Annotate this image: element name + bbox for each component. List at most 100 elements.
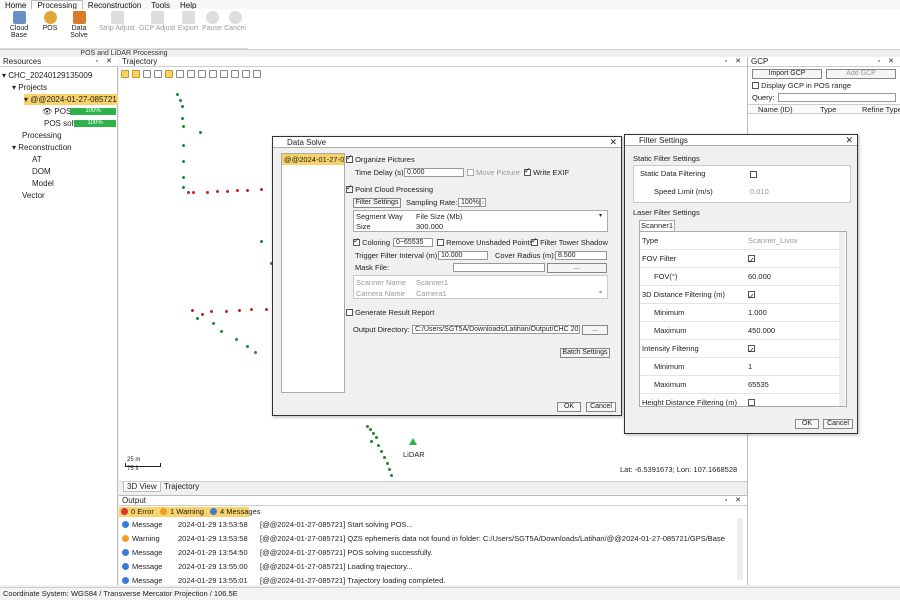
log-row[interactable]: Warning 2024-01-29 13:53:58 [@@2024-01-27-… [122, 532, 725, 546]
coloring-checkbox[interactable] [353, 236, 360, 246]
filter-tower-row[interactable]: Filter Tower Shadow [531, 236, 608, 247]
filter-row-value[interactable]: 450.000 [748, 322, 775, 340]
pane-controls-icon[interactable]: ▫ ✕ [878, 57, 897, 67]
output-directory-input[interactable]: C:/Users/SGT5A/Downloads/Latihan/Output/… [412, 325, 580, 334]
mask-file-input[interactable] [453, 263, 545, 272]
display-gcp-range-row[interactable]: Display GCP in POS range [752, 81, 851, 90]
tree-dom[interactable]: DOM [32, 166, 51, 177]
static-filtering-checkbox[interactable] [750, 171, 757, 178]
data-solve-button[interactable]: Data Solve [62, 11, 96, 39]
camera-name-select[interactable]: Camera1 [416, 289, 447, 298]
color-tool-icon[interactable] [253, 70, 261, 78]
eye-icon[interactable]: 👁 [42, 107, 52, 116]
ok-button[interactable]: OK [795, 419, 819, 429]
export-button[interactable]: Export [176, 11, 200, 32]
layer-tool-icon[interactable] [242, 70, 250, 78]
pane-controls-icon[interactable]: ▫ ✕ [96, 57, 115, 67]
select-tool-icon[interactable] [132, 70, 140, 78]
ok-button[interactable]: OK [557, 402, 581, 412]
refresh-tool-icon[interactable] [231, 70, 239, 78]
add-gcp-button[interactable]: Add GCP [826, 69, 896, 79]
time-delay-input[interactable]: 0.000 [404, 168, 464, 177]
sampling-rate-input[interactable]: 100% [458, 198, 480, 207]
filter-row-checkbox[interactable] [748, 342, 755, 360]
draw-tool-icon[interactable] [198, 70, 206, 78]
col-name[interactable]: Name (ID) [758, 105, 793, 114]
import-gcp-button[interactable]: Import GCP [752, 69, 822, 79]
pan-tool-icon[interactable] [121, 70, 129, 78]
coloring-range-select[interactable]: 0~65535 [393, 238, 433, 247]
cloud-base-button[interactable]: Cloud Base [2, 11, 36, 39]
close-icon[interactable]: ✕ [845, 135, 853, 146]
tree-vector[interactable]: Vector [22, 190, 45, 201]
box-tool-icon[interactable] [165, 70, 173, 78]
tree-at[interactable]: AT [32, 154, 42, 165]
segment-way-select[interactable]: File Size (Mb) [416, 212, 462, 221]
tree-processing[interactable]: Processing [22, 130, 62, 141]
tree-projects[interactable]: ▾ Projects [12, 82, 47, 93]
move-picture-checkbox[interactable] [467, 169, 474, 176]
filter-row-value[interactable]: 60.000 [748, 268, 771, 286]
write-exif-row[interactable]: Write EXIF [524, 166, 569, 177]
cancel-button[interactable]: Cancel [823, 419, 853, 429]
move-picture-row[interactable]: Move Picture [467, 168, 520, 177]
filter-row-value[interactable]: 65535 [748, 376, 769, 394]
batch-settings-button[interactable]: Batch Settings [560, 348, 610, 358]
tab-scanner1[interactable]: Scanner1 [639, 220, 675, 231]
log-row[interactable]: Message 2024-01-29 13:53:58 [@@2024-01-27-… [122, 518, 413, 532]
remove-unshaded-row[interactable]: Remove Unshaded Points [437, 238, 533, 247]
tree-pos-item[interactable]: 👁 POS 100% [42, 106, 118, 117]
tree-root[interactable]: ▾ CHC_20240129135009 [2, 70, 92, 81]
split-tool-icon[interactable] [220, 70, 228, 78]
output-directory-browse-button[interactable]: ... [582, 325, 608, 335]
speed-limit-value[interactable]: 0.010 [750, 187, 769, 196]
output-scrollbar[interactable] [737, 518, 743, 580]
filter-settings-button[interactable]: Filter Settings [353, 198, 401, 208]
message-filter[interactable]: 4 Messages [220, 507, 260, 516]
delete-tool-icon[interactable] [209, 70, 217, 78]
write-exif-checkbox[interactable] [524, 166, 531, 176]
menu-processing[interactable]: Processing [31, 0, 83, 10]
log-row[interactable]: Message 2024-01-29 13:55:01 [@@2024-01-27-… [122, 574, 445, 588]
fit-tool-icon[interactable] [176, 70, 184, 78]
gcp-adjust-button[interactable]: GCP Adjust [138, 11, 176, 32]
tab-trajectory[interactable]: Trajectory [161, 482, 202, 492]
filter-tower-checkbox[interactable] [531, 236, 538, 246]
cancel-button[interactable]: Cancel [586, 402, 616, 412]
filter-row-checkbox[interactable] [748, 399, 755, 406]
log-row[interactable]: Message 2024-01-29 13:54:50 [@@2024-01-27-… [122, 546, 433, 560]
measure-tool-icon[interactable] [187, 70, 195, 78]
chevron-down-icon[interactable]: ▾ [599, 289, 602, 298]
cover-radius-input[interactable]: 8.500 [555, 251, 607, 260]
tree-project-item[interactable]: ▾ @@2024-01-27-085721 [24, 94, 118, 105]
display-gcp-range-checkbox[interactable] [752, 82, 759, 89]
error-filter[interactable]: 0 Error [131, 507, 154, 516]
filter-row-checkbox[interactable] [748, 252, 755, 270]
size-value[interactable]: 300.000 [416, 222, 443, 231]
point-cloud-row[interactable]: Point Cloud Processing [346, 183, 433, 194]
col-type[interactable]: Type [820, 105, 836, 114]
cancel-button[interactable]: Cancel [223, 11, 247, 32]
project-list-item[interactable]: @@2024-01-27-08 [282, 154, 344, 165]
mask-file-browse-button[interactable]: ... [547, 263, 607, 273]
tree-reconstruction[interactable]: ▾ Reconstruction [12, 142, 72, 153]
tab-3d-view[interactable]: 3D View [123, 482, 161, 492]
organize-pictures-row[interactable]: Organize Pictures [346, 153, 415, 164]
tree-pos-solve-item[interactable]: POS solve 100% [44, 118, 118, 129]
tree-model[interactable]: Model [32, 178, 54, 189]
laser-filter-scrollbar[interactable] [839, 232, 845, 406]
warning-filter[interactable]: 1 Warning [170, 507, 204, 516]
zoom-tool-icon[interactable] [143, 70, 151, 78]
remove-unshaded-checkbox[interactable] [437, 239, 444, 246]
generate-report-checkbox[interactable] [346, 309, 353, 316]
organize-pictures-checkbox[interactable] [346, 153, 353, 163]
point-cloud-checkbox[interactable] [346, 183, 353, 193]
filter-row-value[interactable]: 1.000 [748, 304, 767, 322]
col-refine-type[interactable]: Refine Type [862, 105, 900, 114]
filter-row-value[interactable]: Scanner_Livox [748, 232, 798, 250]
pause-button[interactable]: Pause [201, 11, 223, 32]
filter-row-value[interactable]: 1 [748, 358, 752, 376]
trigger-interval-input[interactable]: 10.000 [438, 251, 488, 260]
pos-button[interactable]: POS [40, 11, 60, 32]
log-row[interactable]: Message 2024-01-29 13:55:00 [@@2024-01-27-… [122, 560, 413, 574]
